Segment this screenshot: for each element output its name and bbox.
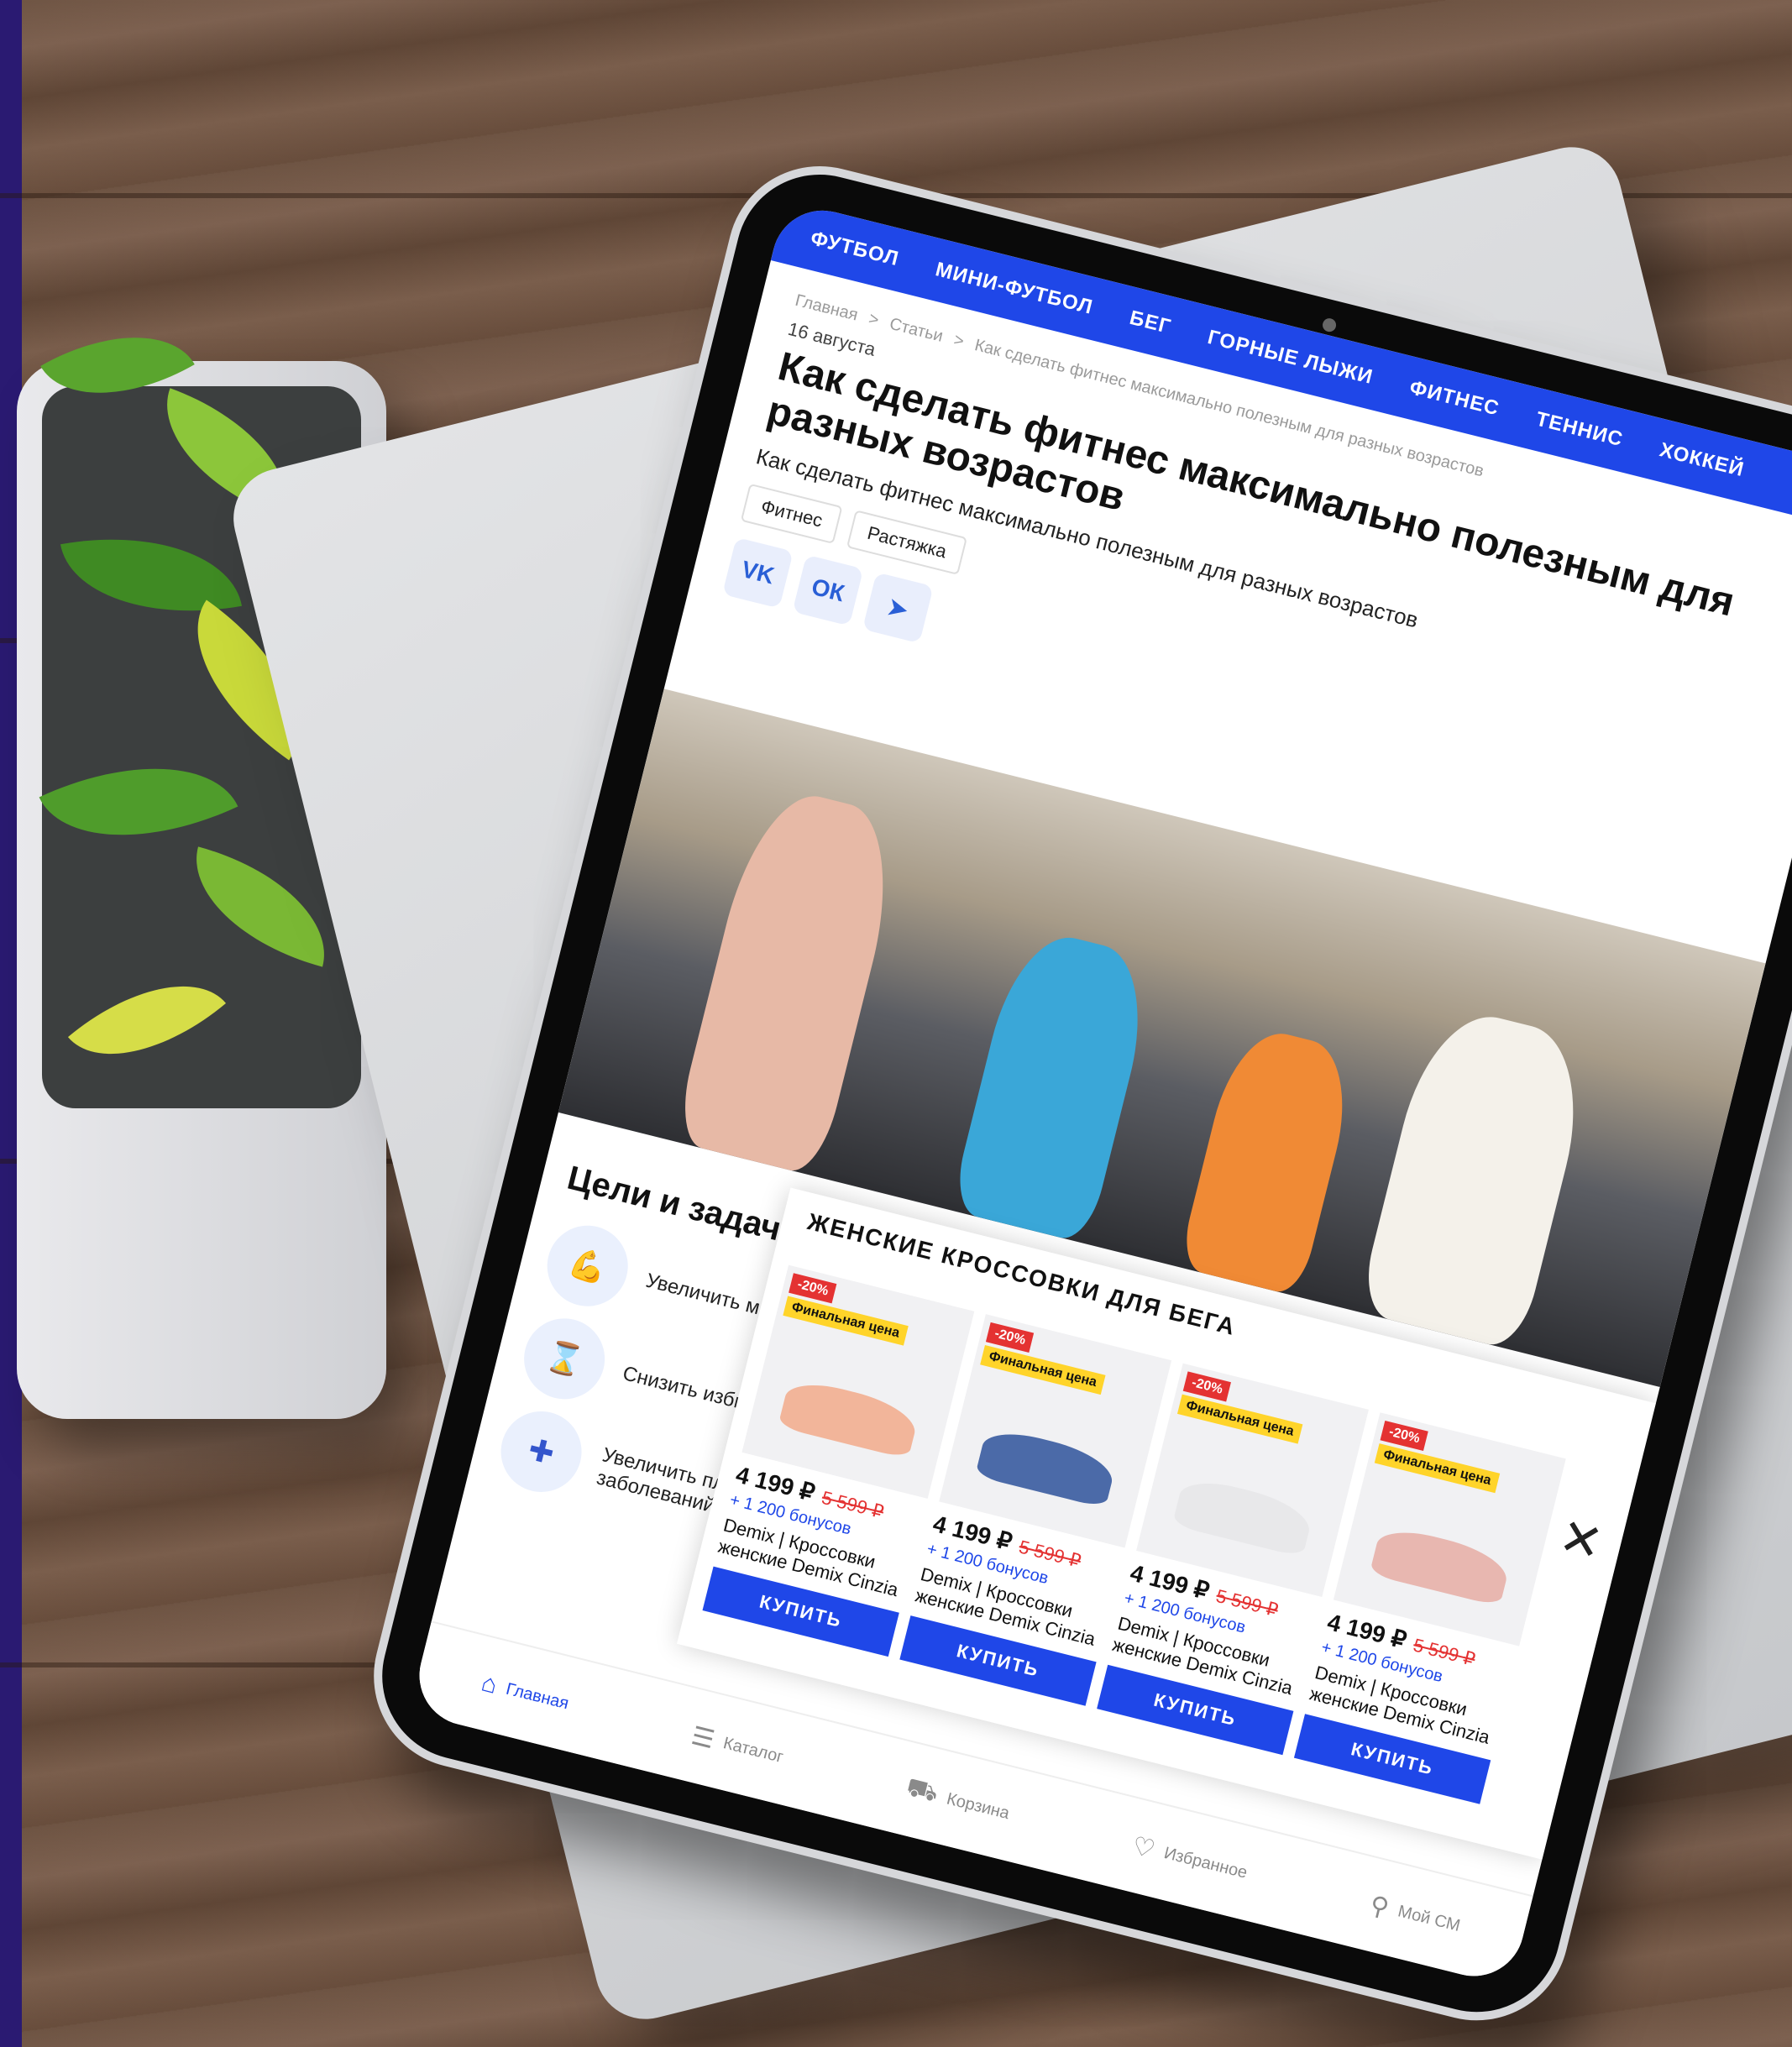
tab-label: Главная: [504, 1679, 571, 1713]
heart-icon: ♡: [1129, 1831, 1158, 1864]
waist-icon: ⌛: [515, 1310, 614, 1408]
runner-icon: ⚲: [1367, 1890, 1392, 1923]
product-image[interactable]: -20% Финальная цена: [1136, 1363, 1369, 1598]
goal-text: Снизить избы: [620, 1362, 752, 1416]
person-figure: [949, 924, 1160, 1245]
tab-label: Корзина: [945, 1788, 1012, 1823]
nav-item-football[interactable]: ФУТБОЛ: [808, 227, 902, 271]
telegram-share-icon[interactable]: ➤: [862, 572, 934, 644]
breadcrumb-separator: >: [867, 309, 881, 330]
final-price-badge: Финальная цена: [980, 1345, 1106, 1395]
final-price-badge: Финальная цена: [783, 1296, 909, 1346]
sneaker-image: [1171, 1474, 1315, 1558]
vk-share-icon[interactable]: VK: [722, 537, 794, 609]
sneaker-image: [1369, 1523, 1512, 1607]
person-figure: [672, 782, 909, 1178]
nav-item-fitness[interactable]: ФИТНЕС: [1407, 376, 1501, 421]
final-price-badge: Финальная цена: [1176, 1394, 1303, 1444]
person-figure: [1177, 1022, 1361, 1298]
sneaker-image: [778, 1376, 921, 1459]
goal-text: Увеличить мы: [643, 1269, 777, 1323]
tab-favorites[interactable]: ♡ Избранное: [1129, 1830, 1251, 1887]
odnoklassniki-share-icon[interactable]: ОК: [792, 554, 864, 626]
tab-label: Каталог: [721, 1733, 786, 1767]
tab-my-sm[interactable]: ⚲ Мой СМ: [1367, 1890, 1464, 1940]
product-image[interactable]: -20% Финальная цена: [939, 1314, 1172, 1548]
breadcrumb-separator: >: [951, 330, 967, 352]
tab-label: Мой СМ: [1396, 1901, 1463, 1935]
person-figure: [1356, 1002, 1597, 1353]
nav-item-hockey[interactable]: ХОККЕЙ: [1657, 438, 1747, 482]
sneaker-image: [974, 1425, 1119, 1509]
tab-catalog[interactable]: ☰ Каталог: [689, 1720, 787, 1772]
tab-cart[interactable]: ⛟ Корзина: [903, 1773, 1013, 1830]
product-image[interactable]: -20% Финальная цена: [1333, 1412, 1566, 1646]
tab-home[interactable]: ⌂ Главная: [479, 1669, 572, 1719]
muscle-icon: 💪: [538, 1217, 637, 1315]
camera: [1321, 317, 1338, 333]
close-icon[interactable]: ✕: [1554, 1508, 1608, 1573]
nav-item-tennis[interactable]: ТЕННИС: [1533, 407, 1625, 452]
home-icon: ⌂: [478, 1668, 500, 1699]
product-image[interactable]: -20% Финальная цена: [741, 1264, 975, 1499]
bone-icon: ✚: [492, 1402, 590, 1501]
catalog-icon: ☰: [688, 1721, 718, 1754]
nav-item-running[interactable]: БЕГ: [1127, 306, 1173, 339]
cart-icon: ⛟: [904, 1772, 941, 1808]
tab-label: Избранное: [1162, 1843, 1250, 1882]
final-price-badge: Финальная цена: [1374, 1443, 1500, 1494]
